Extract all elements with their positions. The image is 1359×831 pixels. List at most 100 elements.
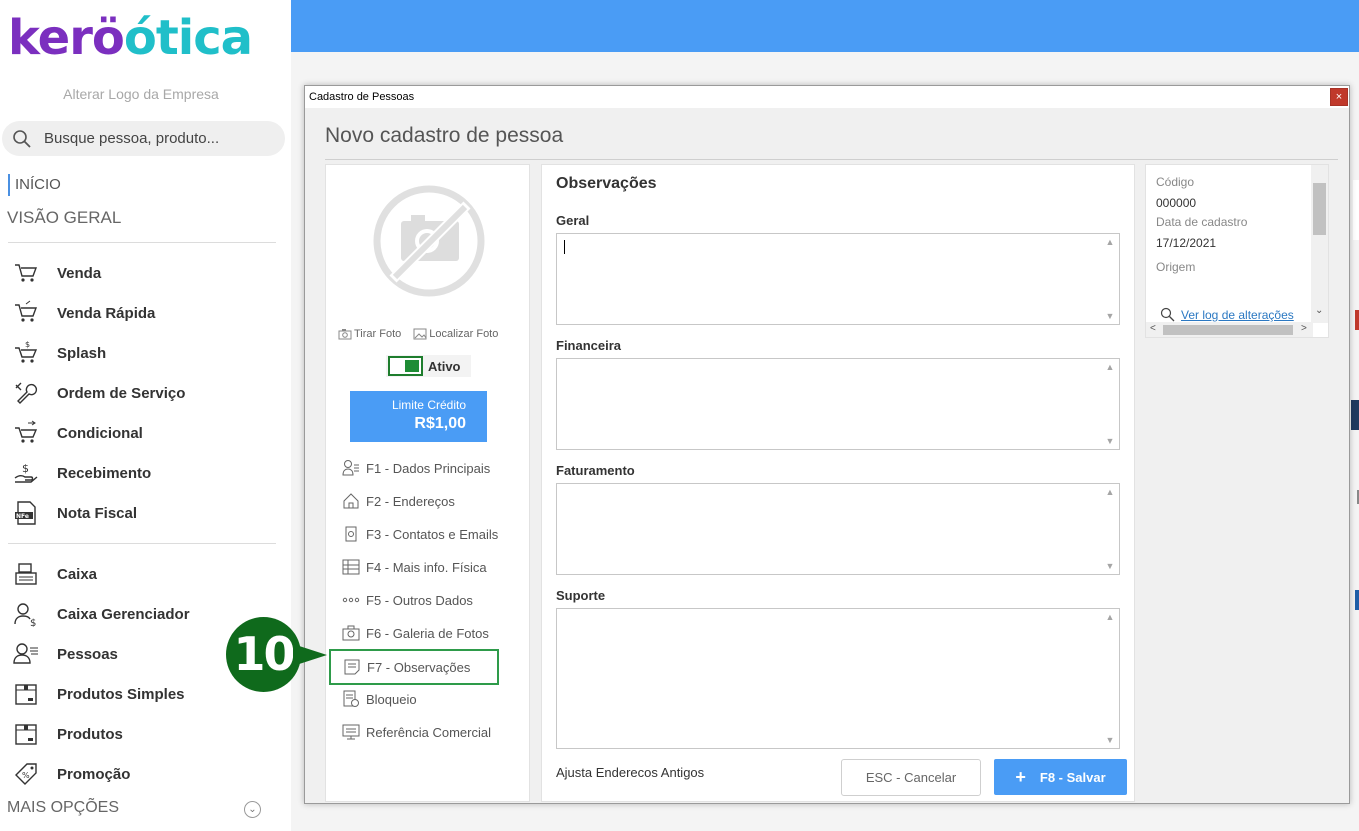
menu-item-recebimento[interactable]: $ Recebimento <box>12 458 282 488</box>
localizar-foto-label: Localizar Foto <box>429 328 499 340</box>
camera-icon <box>342 625 360 641</box>
nav-contatos-emails[interactable]: F3 - Contatos e Emails <box>342 523 498 545</box>
nav-bloqueio[interactable]: Bloqueio <box>342 688 417 710</box>
financeira-label: Financeira <box>556 338 622 353</box>
svg-text:$: $ <box>25 340 30 349</box>
dialog-titlebar[interactable]: Cadastro de Pessoas × <box>305 86 1349 108</box>
lock-list-icon <box>343 690 359 707</box>
ver-log-label: Ver log de alterações <box>1181 307 1294 322</box>
scroll-down-icon[interactable]: ▼ <box>1102 434 1118 448</box>
mais-opcoes[interactable]: MAIS OPÇÕES <box>7 799 119 817</box>
company-logo[interactable]: keröótica <box>8 8 278 68</box>
scroll-down-icon[interactable]: ⌄ <box>1315 305 1323 316</box>
scroll-thumb[interactable] <box>1313 183 1326 235</box>
nav-mais-info-fisica[interactable]: F4 - Mais info. Física <box>342 556 487 578</box>
scroll-thumb[interactable] <box>1163 325 1293 335</box>
financeira-textarea-box: ▲ ▼ <box>556 358 1120 450</box>
at-sign-icon <box>345 526 357 542</box>
svg-text:%: % <box>22 771 30 780</box>
wrench-icon <box>12 379 40 407</box>
nav-label: Bloqueio <box>366 691 417 707</box>
menu-item-splash[interactable]: $ Splash <box>12 338 282 368</box>
logo-part-1: kerö <box>8 10 125 66</box>
horizontal-scrollbar[interactable]: < > <box>1146 322 1313 337</box>
scroll-up-icon[interactable]: ▲ <box>1102 610 1118 624</box>
search-bar[interactable] <box>2 121 285 156</box>
search-input[interactable] <box>44 130 264 147</box>
localizar-foto-button[interactable]: Localizar Foto <box>413 328 498 340</box>
nav-enderecos[interactable]: F2 - Endereços <box>342 490 455 512</box>
ativo-toggle[interactable] <box>388 356 423 376</box>
faturamento-textarea-box: ▲ ▼ <box>556 483 1120 575</box>
codigo-value: 000000 <box>1156 196 1197 210</box>
nav-label: F5 - Outros Dados <box>366 592 473 608</box>
ativo-toggle-group: Ativo <box>386 355 471 377</box>
geral-label: Geral <box>556 213 590 228</box>
house-icon <box>343 493 359 509</box>
scrollbar[interactable]: ▲ ▼ <box>1102 610 1118 747</box>
nav-observacoes[interactable]: F7 - Observações <box>329 649 499 685</box>
faturamento-textarea[interactable] <box>557 484 1119 574</box>
origem-label: Origem <box>1156 260 1196 274</box>
menu-item-caixa[interactable]: Caixa <box>12 559 282 589</box>
scroll-left-icon[interactable]: < <box>1150 323 1156 334</box>
menu-label: Recebimento <box>57 464 152 482</box>
scrollbar[interactable]: ▲ ▼ <box>1102 360 1118 448</box>
save-button[interactable]: + F8 - Salvar <box>994 759 1127 795</box>
search-icon <box>1160 307 1175 322</box>
badge-arrow <box>293 644 327 666</box>
menu-item-promocao[interactable]: % Promoção <box>12 759 282 789</box>
limite-credito-card[interactable]: Limite Crédito R$1,00 <box>350 391 487 442</box>
scroll-right-icon[interactable]: > <box>1301 323 1307 334</box>
menu-item-nota-fiscal[interactable]: NFe Nota Fiscal <box>12 498 282 528</box>
menu-item-venda[interactable]: Venda <box>12 258 282 288</box>
grid-icon <box>342 559 360 575</box>
nav-galeria-fotos[interactable]: F6 - Galeria de Fotos <box>342 622 489 644</box>
ver-log-link[interactable]: Ver log de alterações <box>1160 307 1294 322</box>
chevron-down-icon[interactable]: ⌄ <box>244 801 261 818</box>
nav-visao-geral[interactable]: VISÃO GERAL <box>7 208 121 228</box>
suporte-textarea-box: ▲ ▼ <box>556 608 1120 749</box>
nav-inicio[interactable]: INÍCIO <box>8 174 61 196</box>
app-topbar <box>291 0 1359 52</box>
scroll-up-icon[interactable]: ▲ <box>1102 235 1118 249</box>
limite-value: R$1,00 <box>414 415 466 432</box>
menu-item-produtos[interactable]: Produtos <box>12 719 282 749</box>
scroll-up-icon[interactable]: ▲ <box>1102 360 1118 374</box>
menu-label: Produtos Simples <box>57 685 185 703</box>
suporte-label: Suporte <box>556 588 606 603</box>
financeira-textarea[interactable] <box>557 359 1119 449</box>
close-button[interactable]: × <box>1330 88 1348 106</box>
menu-item-venda-rapida[interactable]: Venda Rápida <box>12 298 282 328</box>
scroll-down-icon[interactable]: ▼ <box>1102 309 1118 323</box>
plus-icon: + <box>1015 767 1026 787</box>
scrollbar[interactable]: ▲ ▼ <box>1102 485 1118 573</box>
cancel-button[interactable]: ESC - Cancelar <box>841 759 981 796</box>
vertical-scrollbar[interactable]: ⌄ <box>1311 165 1328 323</box>
faturamento-label: Faturamento <box>556 463 635 478</box>
nav-dados-principais[interactable]: F1 - Dados Principais <box>342 457 490 479</box>
nav-label: F2 - Endereços <box>366 493 455 509</box>
data-cadastro-label: Data de cadastro <box>1156 215 1248 229</box>
tirar-foto-button[interactable]: Tirar Foto <box>338 328 401 340</box>
nav-referencia-comercial[interactable]: Referência Comercial <box>342 721 491 743</box>
menu-label: Condicional <box>57 424 143 442</box>
alter-logo-link[interactable]: Alterar Logo da Empresa <box>0 86 282 102</box>
ajusta-enderecos-link[interactable]: Ajusta Enderecos Antigos <box>556 765 704 780</box>
menu-label: Venda Rápida <box>57 304 156 322</box>
geral-textarea[interactable] <box>557 234 1119 324</box>
menu-item-ordem-servico[interactable]: Ordem de Serviço <box>12 378 282 408</box>
cadastro-pessoas-dialog: Cadastro de Pessoas × Novo cadastro de p… <box>304 85 1350 804</box>
menu-label: Splash <box>57 344 107 362</box>
svg-text:$: $ <box>22 462 29 475</box>
save-label: F8 - Salvar <box>1039 769 1106 785</box>
nav-label: F1 - Dados Principais <box>366 460 491 476</box>
scrollbar[interactable]: ▲ ▼ <box>1102 235 1118 323</box>
scroll-down-icon[interactable]: ▼ <box>1102 733 1118 747</box>
menu-item-condicional[interactable]: Condicional <box>12 418 282 448</box>
suporte-textarea[interactable] <box>557 609 1119 748</box>
nav-outros-dados[interactable]: F5 - Outros Dados <box>342 589 473 611</box>
no-photo-icon[interactable] <box>371 183 487 299</box>
scroll-up-icon[interactable]: ▲ <box>1102 485 1118 499</box>
scroll-down-icon[interactable]: ▼ <box>1102 559 1118 573</box>
